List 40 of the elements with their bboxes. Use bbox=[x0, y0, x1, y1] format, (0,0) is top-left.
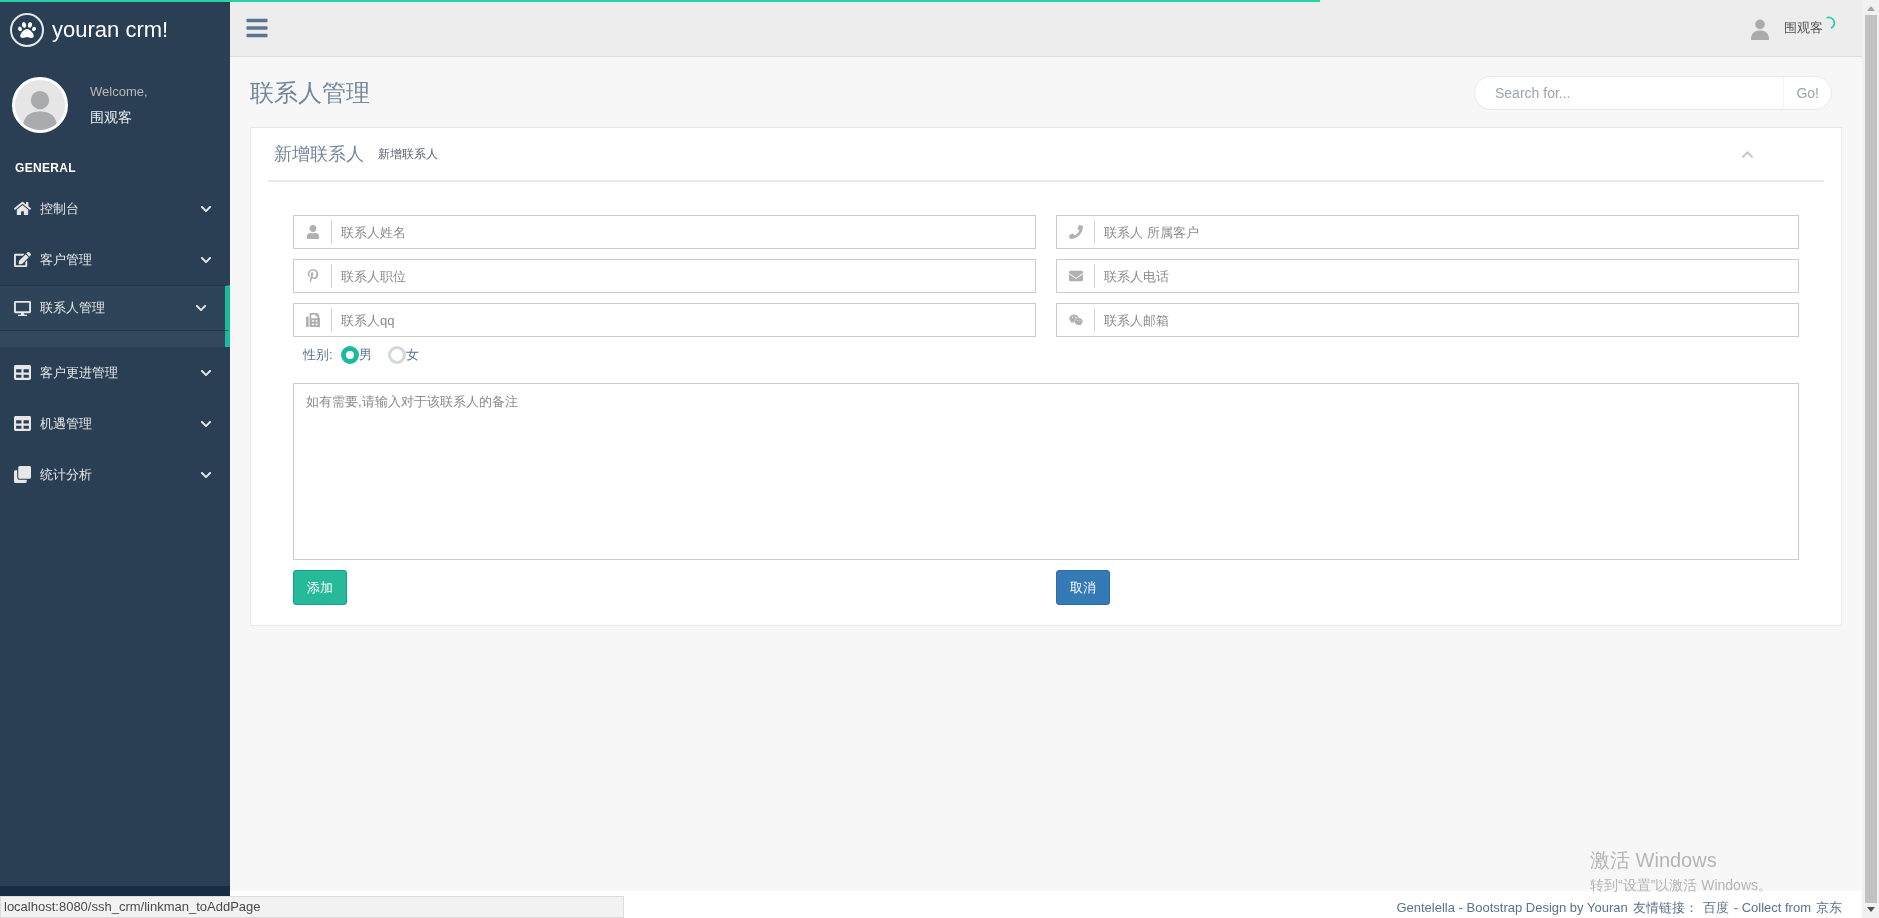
scrollbar-thumb[interactable] bbox=[1864, 15, 1877, 903]
sidebar-item[interactable]: 统计分析 bbox=[0, 449, 230, 500]
footer-link[interactable]: 百度 bbox=[1702, 898, 1729, 918]
sidebar-item[interactable]: 客户更进管理 bbox=[0, 347, 230, 398]
search-field[interactable]: Search for... bbox=[1475, 82, 1784, 104]
welcome-text: Welcome, bbox=[90, 82, 148, 101]
phone-icon bbox=[1068, 225, 1083, 239]
sidebar-item[interactable]: 控制台 bbox=[0, 183, 230, 234]
sidebar-item[interactable]: 联系人管理 bbox=[0, 285, 230, 331]
activation-text: 转到“设置”以激活 Windows。 bbox=[1590, 876, 1772, 895]
links-label: 友情链接： bbox=[1632, 899, 1698, 917]
panel-subtitle: 新增联系人 bbox=[378, 146, 438, 163]
collect-text: - Collect from bbox=[1733, 899, 1811, 917]
top-user-name[interactable]: 围观客 bbox=[1784, 18, 1823, 38]
avatar bbox=[12, 77, 68, 133]
fax-icon bbox=[305, 313, 320, 327]
status-url: localhost:8080/ssh_crm/linkman_toAddPage bbox=[0, 896, 624, 918]
brand-name[interactable]: youran crm! bbox=[52, 13, 169, 46]
chat-icon bbox=[1068, 313, 1083, 327]
panel-title: 新增联系人 bbox=[274, 142, 364, 166]
sidebar-item[interactable]: 机遇管理 bbox=[0, 398, 230, 449]
pin-icon bbox=[305, 269, 320, 283]
remark-field[interactable]: 如有需要,请输入对于该联系人的备注 bbox=[293, 383, 1799, 560]
gender-label: 性别: bbox=[303, 346, 333, 365]
scroll-up-icon[interactable] bbox=[1866, 6, 1875, 11]
user-icon bbox=[305, 225, 320, 239]
sidebar-item[interactable]: 客户管理 bbox=[0, 234, 230, 285]
paw-logo-icon bbox=[10, 12, 44, 47]
spinner-icon bbox=[1823, 16, 1837, 30]
activation-title: 激活 Windows bbox=[1590, 848, 1718, 873]
credit-text: Gentelella - Bootstrap Design by Youran bbox=[1396, 899, 1628, 917]
section-title: GENERAL bbox=[14, 160, 77, 177]
cancel-button[interactable]: 取消 bbox=[1056, 570, 1110, 605]
envelope-icon bbox=[1068, 269, 1083, 283]
scroll-down-icon[interactable] bbox=[1866, 907, 1875, 912]
user-name: 围观客 bbox=[90, 108, 133, 128]
page-title: 联系人管理 bbox=[250, 78, 370, 108]
menu-icon[interactable] bbox=[245, 16, 269, 40]
footer-link[interactable]: 京东 bbox=[1816, 898, 1842, 918]
chevron-down-icon bbox=[195, 302, 207, 314]
